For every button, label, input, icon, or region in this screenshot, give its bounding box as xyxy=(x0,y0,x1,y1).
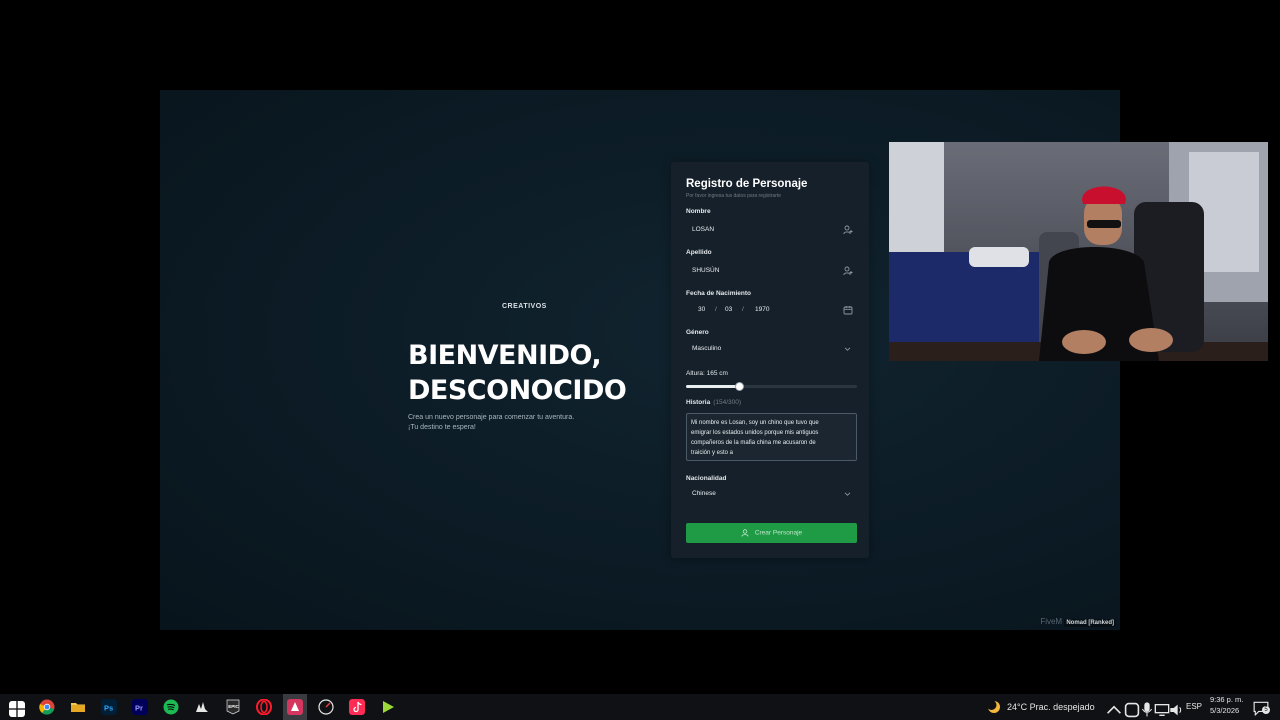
user-icon xyxy=(741,529,749,537)
file-explorer-icon[interactable] xyxy=(70,699,86,715)
microphone-icon[interactable] xyxy=(1139,701,1155,717)
create-character-button[interactable]: Crear Personaje xyxy=(686,523,857,543)
welcome-heading: BIENVENIDO, DESCONOCIDO xyxy=(408,338,627,408)
notification-count-badge: 5 xyxy=(1262,706,1270,714)
fecha-separator: / xyxy=(742,306,744,313)
welcome-subtitle-line-2: ¡Tu destino te espera! xyxy=(408,424,476,431)
apellido-field[interactable]: SHUSÚN xyxy=(686,262,857,280)
premiere-icon[interactable]: Pr xyxy=(132,699,148,715)
panel-subtitle: Por favor ingresa tus datos para registr… xyxy=(686,193,782,199)
user-plus-icon xyxy=(843,225,853,235)
chrome-icon[interactable] xyxy=(39,699,55,715)
fecha-field[interactable]: 30 / 03 / 1970 xyxy=(686,301,857,319)
welcome-subtitle-line-1: Crea un nuevo personaje para comenzar tu… xyxy=(408,414,575,421)
volume-icon[interactable] xyxy=(1169,702,1185,718)
nombre-value: LOSAN xyxy=(692,226,715,233)
fecha-month[interactable]: 03 xyxy=(725,306,732,313)
altura-slider[interactable] xyxy=(686,382,857,391)
tiktok-icon[interactable] xyxy=(349,699,365,715)
opera-icon[interactable] xyxy=(256,699,272,715)
apellido-label: Apellido xyxy=(686,249,712,256)
nombre-label: Nombre xyxy=(686,208,711,215)
active-app-highlight[interactable] xyxy=(283,694,307,720)
welcome-line-1: BIENVENIDO, xyxy=(408,340,602,371)
apellido-value: SHUSÚN xyxy=(692,267,720,274)
historia-label-text: Historia xyxy=(686,399,711,406)
altura-slider-fill xyxy=(686,385,739,388)
historia-line: emigrar los estados unidos porque mis an… xyxy=(691,430,819,436)
nacionalidad-value: Chinese xyxy=(692,490,716,497)
webcam-overlay xyxy=(889,142,1268,361)
historia-line: compañeros de la mafia china me acusaron… xyxy=(691,440,816,446)
photoshop-icon[interactable]: Ps xyxy=(101,699,117,715)
panel-title: Registro de Personaje xyxy=(686,178,808,190)
chevron-down-icon xyxy=(844,347,851,351)
svg-text:Ps: Ps xyxy=(104,704,113,713)
chevron-up-icon[interactable] xyxy=(1106,702,1122,718)
weather-text[interactable]: 24°C Prac. despejado xyxy=(1007,702,1095,712)
create-character-label: Crear Personaje xyxy=(754,529,803,537)
clock-time[interactable]: 9:36 p. m. xyxy=(1210,695,1243,704)
calendar-icon[interactable] xyxy=(843,305,853,315)
fecha-year[interactable]: 1970 xyxy=(755,306,769,313)
epic-games-icon[interactable]: EPIC xyxy=(225,699,241,715)
nacionalidad-select[interactable]: Chinese xyxy=(686,485,857,503)
windows-taskbar: Ps Pr EPIC 24°C Prac. despejado ESP 9:36… xyxy=(0,694,1280,720)
weather-moon-icon[interactable] xyxy=(986,699,1002,715)
welcome-line-2: DESCONOCIDO xyxy=(408,375,627,406)
fecha-separator: / xyxy=(715,306,717,313)
historia-textarea[interactable]: Mi nombre es Losan, soy un chino que tuv… xyxy=(686,413,857,461)
nacionalidad-label: Nacionalidad xyxy=(686,475,727,482)
language-indicator[interactable]: ESP xyxy=(1186,702,1202,711)
create-character-button-content: Crear Personaje xyxy=(686,529,857,537)
game-app-icon xyxy=(287,699,303,715)
media-app-icon[interactable] xyxy=(380,699,396,715)
webcam-feed-image xyxy=(889,142,1268,361)
nombre-field[interactable]: LOSAN xyxy=(686,221,857,239)
windows-start-icon[interactable] xyxy=(9,701,25,717)
server-badge: Nomad [Ranked] xyxy=(1064,619,1116,627)
chevron-down-icon xyxy=(844,492,851,496)
speedometer-app-icon[interactable] xyxy=(318,699,334,715)
creativos-logo: CREATIVOS xyxy=(502,303,547,310)
fecha-day[interactable]: 30 xyxy=(698,306,705,313)
historia-line: traición y esto a xyxy=(691,450,734,456)
network-icon[interactable] xyxy=(1154,702,1170,718)
fivem-watermark-text: FiveM xyxy=(1040,617,1063,626)
user-plus-icon xyxy=(843,266,853,276)
audio-app-icon[interactable] xyxy=(194,699,210,715)
clock-date[interactable]: 5/3/2026 xyxy=(1210,706,1239,715)
genero-value: Masculino xyxy=(692,345,722,352)
registration-panel: Registro de Personaje Por favor ingresa … xyxy=(671,162,869,558)
historia-char-count: (154/300) xyxy=(713,399,742,406)
fecha-label: Fecha de Nacimiento xyxy=(686,290,752,297)
historia-line: Mi nombre es Losan, soy un chino que tuv… xyxy=(691,420,819,426)
welcome-subtitle: Crea un nuevo personaje para comenzar tu… xyxy=(408,413,574,433)
svg-text:EPIC: EPIC xyxy=(228,704,239,709)
historia-label: Historia (154/300) xyxy=(686,399,741,406)
genero-select[interactable]: Masculino xyxy=(686,340,857,358)
fivem-watermark: FiveM Nomad [Ranked] xyxy=(1040,617,1116,627)
altura-label: Altura: 165 cm xyxy=(686,370,728,377)
genero-label: Género xyxy=(686,329,709,336)
altura-slider-thumb[interactable] xyxy=(734,382,744,391)
spotify-icon[interactable] xyxy=(163,699,179,715)
tray-app-icon[interactable] xyxy=(1124,702,1140,718)
svg-text:Pr: Pr xyxy=(135,704,143,713)
